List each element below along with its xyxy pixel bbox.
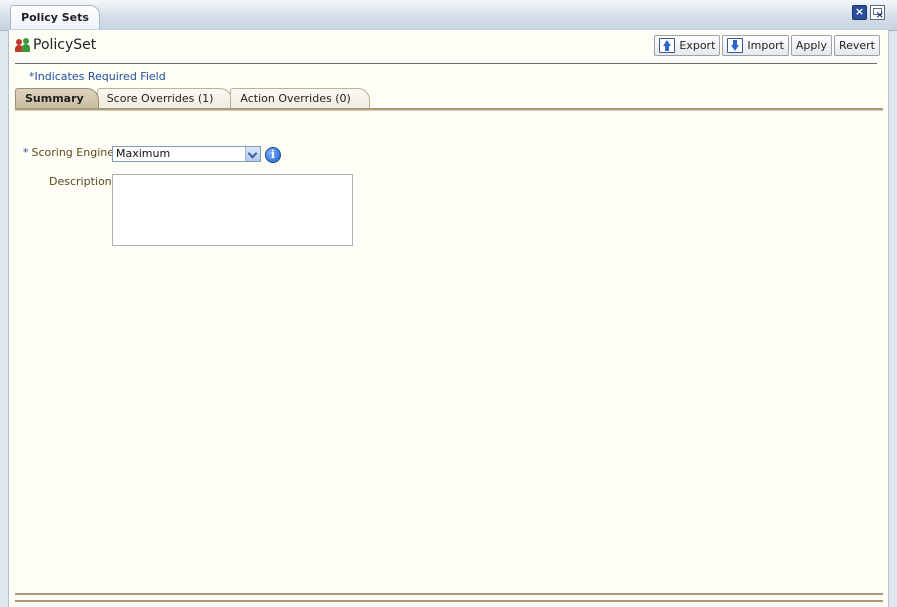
tab-band xyxy=(15,108,883,111)
scoring-engine-select[interactable]: Maximum xyxy=(112,146,261,162)
page-title: PolicySet xyxy=(33,37,97,53)
sub-tabs: Summary Score Overrides (1) Action Overr… xyxy=(15,88,370,108)
chevron-down-icon[interactable] xyxy=(245,147,260,161)
footer-divider-bottom xyxy=(15,600,883,602)
import-button[interactable]: Import xyxy=(722,35,789,56)
required-marker: * xyxy=(23,146,29,159)
import-button-label: Import xyxy=(747,39,784,52)
apply-button[interactable]: Apply xyxy=(790,35,832,56)
tab-action-overrides-label: Action Overrides (0) xyxy=(240,92,351,105)
revert-button-label: Revert xyxy=(838,39,875,52)
top-tab-strip: Policy Sets × xyxy=(0,0,897,31)
policy-set-panel: PolicySet Export Import Apply Revert *In… xyxy=(8,30,889,607)
tab-action-overrides[interactable]: Action Overrides (0) xyxy=(230,88,370,108)
scoring-engine-label-row: * Scoring Engine xyxy=(23,146,114,159)
tab-score-overrides[interactable]: Score Overrides (1) xyxy=(96,88,233,108)
export-icon xyxy=(659,38,676,53)
close-icon[interactable]: × xyxy=(852,5,867,20)
info-icon[interactable]: i xyxy=(265,147,281,163)
users-icon xyxy=(15,37,32,53)
toolbar: Export Import Apply Revert xyxy=(654,35,880,56)
tab-policy-sets-label: Policy Sets xyxy=(21,11,89,24)
import-icon xyxy=(727,38,744,53)
tab-summary-label: Summary xyxy=(25,92,84,105)
export-button[interactable]: Export xyxy=(654,35,721,56)
description-label-row: Description xyxy=(49,175,112,188)
scoring-engine-label: Scoring Engine xyxy=(31,146,115,159)
header-divider xyxy=(15,63,877,64)
required-field-note: *Indicates Required Field xyxy=(29,70,166,83)
tab-summary[interactable]: Summary xyxy=(15,88,99,108)
export-button-label: Export xyxy=(679,39,716,52)
apply-button-label: Apply xyxy=(795,39,827,52)
tab-score-overrides-label: Score Overrides (1) xyxy=(106,92,214,105)
tab-policy-sets[interactable]: Policy Sets xyxy=(10,5,100,29)
description-field[interactable] xyxy=(112,174,353,246)
revert-button[interactable]: Revert xyxy=(833,35,880,56)
panel-header: PolicySet xyxy=(15,37,96,53)
description-label: Description xyxy=(49,175,112,188)
scoring-engine-value: Maximum xyxy=(116,147,171,160)
detach-icon[interactable] xyxy=(870,5,885,21)
footer-divider-top xyxy=(15,593,883,595)
